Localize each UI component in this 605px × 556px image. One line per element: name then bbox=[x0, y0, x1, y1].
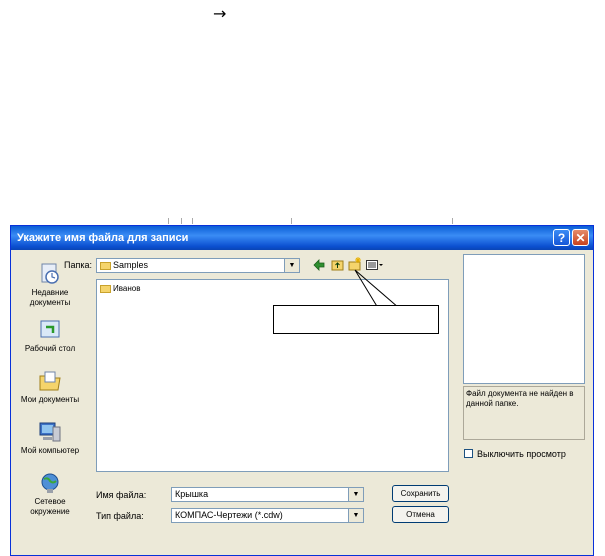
up-folder-icon[interactable] bbox=[331, 259, 344, 271]
folder-icon bbox=[100, 261, 111, 270]
network-icon bbox=[41, 473, 59, 493]
folder-icon bbox=[100, 284, 111, 293]
preview-toggle-checkbox[interactable] bbox=[464, 449, 473, 458]
my-documents-icon bbox=[39, 371, 61, 391]
dialog-title: Укажите имя файла для записи bbox=[17, 232, 189, 244]
place-label: документы bbox=[29, 298, 71, 307]
place-label: Рабочий стол bbox=[24, 344, 76, 353]
filename-label: Имя файла: bbox=[96, 490, 147, 500]
folder-combo[interactable]: Samples ▼ bbox=[96, 258, 300, 273]
place-label: Сетевое bbox=[34, 497, 66, 506]
filetype-value: КОМПАС-Чертежи (*.cdw) bbox=[175, 510, 283, 520]
preview-pane bbox=[463, 254, 585, 384]
save-file-dialog: Укажите имя файла для записи ? ✕ Папка: … bbox=[10, 225, 594, 556]
place-label: Мои документы bbox=[20, 395, 80, 404]
preview-message: Файл документа не найден в данной папке. bbox=[463, 386, 585, 440]
filename-value: Крышка bbox=[175, 489, 209, 499]
filename-input[interactable]: Крышка ▼ bbox=[171, 487, 364, 502]
list-item[interactable]: Иванов bbox=[100, 284, 140, 293]
desktop-icon bbox=[40, 320, 60, 338]
ruler-tick bbox=[192, 218, 193, 224]
chevron-down-icon[interactable]: ▼ bbox=[284, 259, 299, 272]
save-button[interactable]: Сохранить bbox=[392, 485, 449, 502]
preview-toggle-label: Выключить просмотр bbox=[477, 449, 566, 459]
place-my-computer[interactable]: Мой компьютер bbox=[11, 421, 89, 456]
filetype-select[interactable]: КОМПАС-Чертежи (*.cdw) ▼ bbox=[171, 508, 364, 523]
callout-box bbox=[273, 305, 439, 334]
place-label: Мой компьютер bbox=[20, 446, 80, 455]
close-button[interactable]: ✕ bbox=[572, 229, 589, 246]
recent-documents-icon bbox=[41, 263, 59, 284]
chevron-down-icon[interactable]: ▼ bbox=[348, 488, 363, 501]
cancel-button[interactable]: Отмена bbox=[392, 506, 449, 523]
arrow-glyph: → bbox=[213, 4, 227, 23]
place-my-documents[interactable]: Мои документы bbox=[11, 370, 89, 405]
ruler-tick bbox=[452, 218, 453, 224]
place-network[interactable]: Сетевое окружение bbox=[11, 472, 89, 517]
my-computer-icon bbox=[39, 422, 61, 442]
place-label: Недавние bbox=[31, 288, 69, 297]
ruler-tick bbox=[291, 218, 292, 224]
place-label: окружение bbox=[30, 507, 70, 516]
ruler-tick bbox=[168, 218, 169, 224]
callout-pointer bbox=[354, 269, 400, 308]
folder-value: Samples bbox=[113, 260, 149, 270]
place-desktop[interactable]: Рабочий стол bbox=[11, 319, 89, 354]
ruler-tick bbox=[181, 218, 182, 224]
filetype-label: Тип файла: bbox=[96, 511, 144, 521]
chevron-down-icon[interactable]: ▼ bbox=[348, 509, 363, 522]
help-button[interactable]: ? bbox=[553, 229, 570, 246]
dialog-titlebar: Укажите имя файла для записи ? ✕ bbox=[11, 226, 593, 250]
back-icon[interactable] bbox=[313, 259, 325, 271]
file-name: Иванов bbox=[113, 284, 141, 293]
place-recent-documents[interactable]: Недавние документы bbox=[11, 263, 89, 308]
